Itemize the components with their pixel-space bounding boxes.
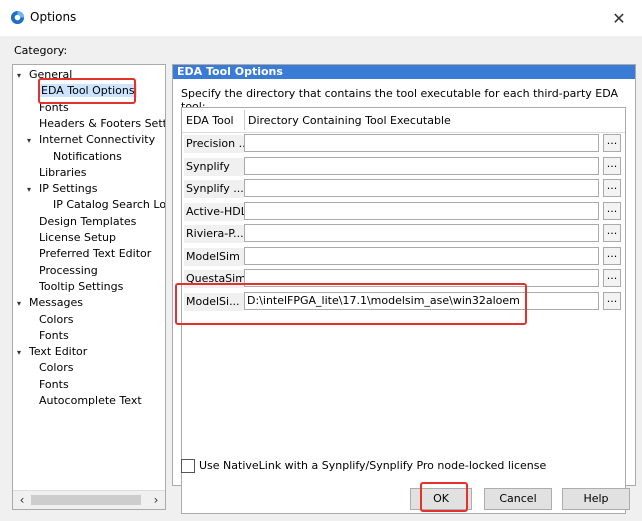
tree-horizontal-scrollbar[interactable]: ‹ › [13, 490, 165, 509]
tree-item-label: Colors [39, 361, 74, 375]
app-icon [10, 10, 25, 25]
table-row: Synplify... [182, 155, 625, 177]
tree-item[interactable]: IP Catalog Search Loc [53, 197, 166, 212]
tree-item-label: Processing [39, 263, 98, 277]
tree-item-label: Notifications [53, 149, 122, 163]
panel-title: EDA Tool Options [173, 65, 635, 79]
highlight-eda-tool-options [38, 78, 136, 104]
category-label: Category: [14, 44, 68, 57]
highlight-ok-button [420, 482, 468, 512]
browse-button[interactable]: ... [603, 269, 621, 287]
tree-item-label: Libraries [39, 165, 87, 179]
tool-directory-input[interactable] [244, 246, 599, 265]
tree-item[interactable]: ▾ Internet Connectivity [27, 132, 155, 147]
highlight-modelsim-row [175, 283, 527, 325]
tree-item-label: Headers & Footers Settir [39, 116, 166, 130]
tool-directory-input[interactable] [244, 224, 599, 242]
tree-item-label: IP Settings [39, 182, 98, 196]
tree-item-label: License Setup [39, 231, 116, 244]
tree-item-label: Internet Connectivity [39, 133, 156, 147]
tree-item[interactable]: Fonts [39, 377, 69, 392]
browse-button[interactable]: ... [603, 179, 621, 197]
browse-button[interactable]: ... [603, 291, 621, 310]
tool-name: Riviera-P... [184, 225, 244, 243]
tool-directory-input[interactable] [244, 134, 599, 152]
tree-item[interactable]: ▾ IP Settings [27, 181, 98, 196]
tree-item[interactable]: Colors [39, 360, 73, 375]
expand-toggle-icon[interactable]: ▾ [27, 182, 37, 197]
window-title: Options [30, 10, 77, 24]
nativelink-label: Use NativeLink with a Synplify/Synplify … [199, 459, 547, 472]
browse-button[interactable]: ... [603, 246, 621, 265]
browse-button[interactable]: ... [603, 224, 621, 242]
tree-item-label: Preferred Text Editor [39, 247, 152, 261]
scroll-left-icon[interactable]: ‹ [14, 492, 30, 508]
tree-item[interactable]: Headers & Footers Settir [39, 116, 166, 131]
expand-toggle-icon[interactable]: ▾ [17, 68, 27, 83]
scroll-right-icon[interactable]: › [148, 492, 164, 508]
close-icon[interactable]: ✕ [606, 5, 632, 31]
tree-item[interactable]: ▾ Messages [17, 295, 83, 310]
nativelink-checkbox[interactable] [181, 459, 195, 473]
table-header: EDA Tool Directory Containing Tool Execu… [182, 108, 625, 133]
tool-name: Synplify [184, 157, 244, 176]
tree-item-label: Design Templates [39, 214, 137, 228]
tool-name: Synplify ... [184, 180, 244, 198]
tree-item-label: Fonts [39, 328, 69, 342]
browse-button[interactable]: ... [603, 156, 621, 175]
browse-button[interactable]: ... [603, 201, 621, 220]
tree-item[interactable]: Libraries [39, 165, 87, 180]
table-row: ModelSim... [182, 245, 625, 267]
tool-name: ModelSim [184, 247, 244, 266]
tree-item[interactable]: Autocomplete Text [39, 393, 142, 408]
table-row: Synplify ...... [182, 177, 625, 199]
cancel-button[interactable]: Cancel [484, 488, 552, 510]
expand-toggle-icon[interactable]: ▾ [27, 133, 37, 148]
eda-tool-options-panel: EDA Tool Options Specify the directory t… [172, 64, 636, 514]
tree-item[interactable]: ▾ Text Editor [17, 344, 87, 359]
expand-toggle-icon[interactable]: ▾ [17, 296, 27, 311]
tool-directory-input[interactable] [244, 201, 599, 220]
browse-button[interactable]: ... [603, 134, 621, 152]
table-row: Precision ...... [182, 132, 625, 154]
tree-item[interactable]: Preferred Text Editor [39, 246, 151, 261]
tree-item-label: Tooltip Settings [39, 279, 124, 293]
tree-item-label: Fonts [39, 377, 69, 391]
scrollbar-thumb[interactable] [31, 495, 141, 505]
tree-item[interactable]: Fonts [39, 328, 69, 343]
tool-name: Precision ... [184, 135, 244, 153]
tree-item-label: Autocomplete Text [39, 394, 142, 407]
tree-item[interactable]: License Setup [39, 230, 116, 245]
help-button[interactable]: Help [562, 488, 630, 510]
tool-directory-input[interactable] [244, 156, 599, 175]
title-bar: Options ✕ [0, 0, 642, 36]
tree-item[interactable]: Colors [39, 312, 73, 327]
tree-item[interactable]: Processing [39, 263, 98, 278]
category-tree[interactable]: ▾ General EDA Tool Options Fonts Headers & F… [12, 64, 166, 510]
column-header-directory: Directory Containing Tool Executable [248, 114, 451, 127]
tree-item[interactable]: Notifications [53, 149, 122, 164]
table-row: Active-HDL... [182, 200, 625, 222]
column-header-eda-tool: EDA Tool [186, 114, 234, 127]
tree-item-label: IP Catalog Search Loc [53, 198, 166, 212]
tree-item[interactable]: Design Templates [39, 214, 136, 229]
tree-item-label: Text Editor [29, 345, 88, 359]
tree-item-label: Messages [29, 296, 83, 310]
table-row: Riviera-P...... [182, 222, 625, 244]
tool-name: Active-HDL [184, 202, 244, 221]
tool-directory-input[interactable] [244, 179, 599, 197]
tree-item[interactable]: Tooltip Settings [39, 279, 123, 294]
expand-toggle-icon[interactable]: ▾ [17, 345, 27, 360]
tree-item-label: Colors [39, 312, 74, 326]
